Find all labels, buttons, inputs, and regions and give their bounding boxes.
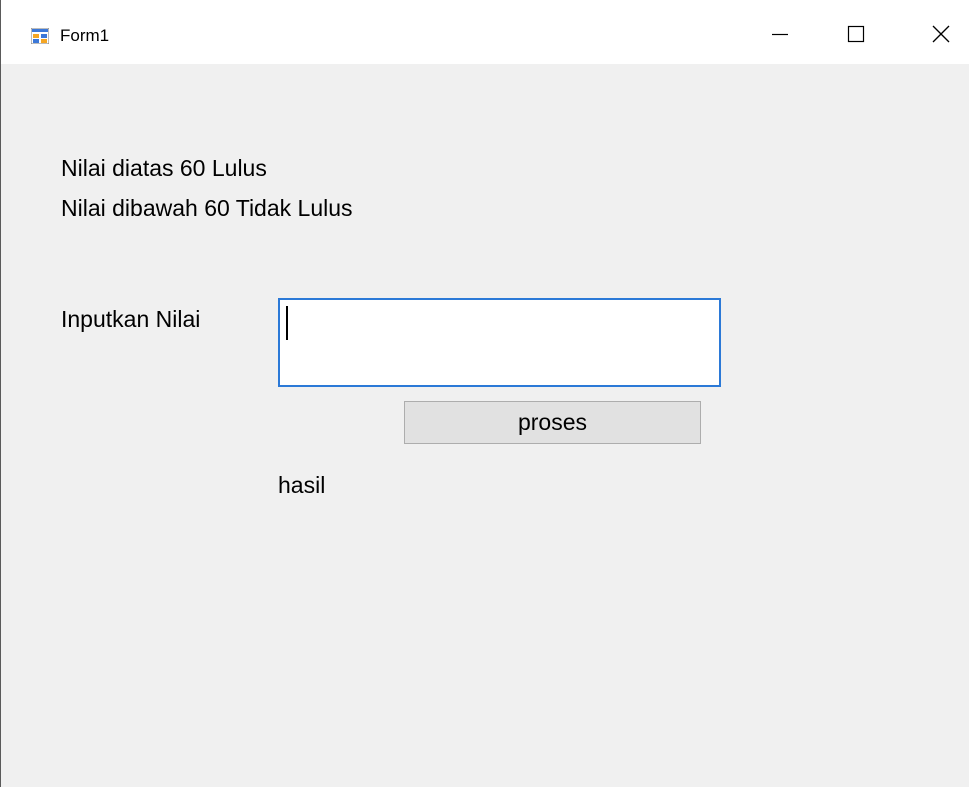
proses-button[interactable]: proses	[404, 401, 701, 444]
title-bar[interactable]: Form1	[1, 0, 969, 64]
minimize-button[interactable]	[751, 12, 809, 56]
close-icon	[932, 25, 950, 43]
result-label: hasil	[278, 472, 326, 498]
app-icon	[30, 27, 50, 45]
rule-label-fail: Nilai dibawah 60 Tidak Lulus	[61, 195, 353, 221]
maximize-button[interactable]	[827, 12, 885, 56]
form1-window: Form1 Nilai diatas 60 Lulus Nilai dibawa…	[0, 0, 969, 787]
rule-label-pass: Nilai diatas 60 Lulus	[61, 155, 267, 181]
nilai-input[interactable]	[278, 298, 721, 387]
close-button[interactable]	[912, 12, 969, 56]
input-nilai-label: Inputkan Nilai	[61, 306, 201, 332]
maximize-icon	[847, 25, 865, 43]
minimize-icon	[772, 33, 788, 36]
window-title: Form1	[60, 26, 110, 45]
text-caret	[286, 306, 288, 340]
